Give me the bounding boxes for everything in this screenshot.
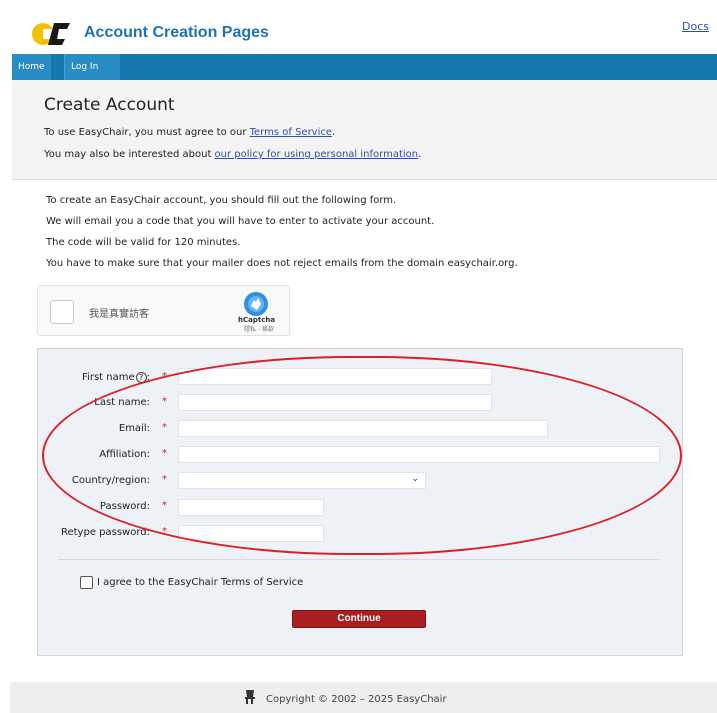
terms-of-service-link[interactable]: Terms of Service — [250, 127, 332, 138]
required-mark: * — [162, 448, 167, 459]
required-mark: * — [162, 396, 167, 407]
policy-notice: You may also be interested about our pol… — [44, 149, 421, 160]
required-mark: * — [162, 371, 167, 382]
first-name-label-text: First name — [82, 372, 135, 383]
affiliation-label: Affiliation: — [99, 449, 150, 460]
footer: Copyright © 2002 – 2025 EasyChair — [10, 682, 717, 713]
info-line-1: To create an EasyChair account, you shou… — [46, 195, 397, 206]
easychair-logo-icon[interactable] — [30, 20, 74, 48]
email-label: Email: — [118, 423, 150, 434]
continue-button[interactable]: Continue — [292, 610, 426, 628]
info-line-3: The code will be valid for 120 minutes. — [46, 237, 241, 248]
hcaptcha-logo-icon — [244, 292, 268, 316]
email-input[interactable] — [178, 420, 548, 437]
page-title: Create Account — [44, 95, 175, 115]
nav-home[interactable]: Home — [12, 54, 51, 80]
required-mark: * — [162, 500, 167, 511]
captcha-brand: hCaptcha — [238, 316, 276, 324]
required-mark: * — [162, 422, 167, 433]
info-line-2: We will email you a code that you will h… — [46, 216, 435, 227]
intro-section: Create Account To use EasyChair, you mus… — [12, 80, 717, 180]
tos-suffix: . — [332, 127, 336, 138]
chevron-down-icon: ⌄ — [411, 474, 419, 484]
last-name-input[interactable] — [178, 394, 492, 411]
country-label: Country/region: — [71, 475, 150, 486]
app-title: Account Creation Pages — [84, 24, 269, 41]
header: Account Creation Pages Docs — [0, 0, 717, 54]
docs-link[interactable]: Docs — [682, 20, 709, 33]
agree-label[interactable]: I agree to the EasyChair Terms of Servic… — [97, 577, 303, 588]
tos-notice: To use EasyChair, you must agree to our … — [44, 127, 335, 138]
first-name-label: First name?: — [82, 372, 150, 383]
agree-checkbox[interactable] — [80, 576, 93, 589]
policy-suffix: . — [418, 149, 422, 160]
last-name-label: Last name: — [94, 397, 150, 408]
first-name-label-colon: : — [146, 372, 150, 383]
help-icon[interactable]: ? — [135, 372, 147, 383]
retype-password-input[interactable] — [178, 525, 324, 542]
affiliation-input[interactable] — [178, 446, 660, 463]
required-mark: * — [162, 526, 167, 537]
required-mark: * — [162, 474, 167, 485]
hcaptcha-widget: 我是真實訪客 hCaptcha 隱私 - 條款 — [37, 285, 290, 336]
password-label: Password: — [99, 501, 150, 512]
captcha-privacy-terms[interactable]: 隱私 - 條款 — [244, 324, 274, 333]
form-divider — [58, 559, 660, 560]
retype-password-label: Retype password: — [60, 527, 150, 538]
info-line-4: You have to make sure that your mailer d… — [46, 258, 518, 269]
country-select[interactable]: ⌄ — [178, 472, 426, 489]
nav-login[interactable]: Log In — [64, 54, 120, 80]
first-name-input[interactable] — [178, 368, 492, 385]
password-input[interactable] — [178, 499, 324, 516]
nav-bar: Home Log In — [12, 54, 717, 80]
captcha-checkbox[interactable] — [50, 300, 74, 324]
policy-prefix: You may also be interested about — [44, 149, 215, 160]
copyright-text: Copyright © 2002 – 2025 EasyChair — [266, 694, 447, 705]
tos-prefix: To use EasyChair, you must agree to our — [44, 127, 250, 138]
chair-icon — [245, 690, 255, 704]
privacy-policy-link[interactable]: our policy for using personal informatio… — [215, 149, 419, 160]
captcha-label: 我是真實訪客 — [89, 309, 149, 320]
